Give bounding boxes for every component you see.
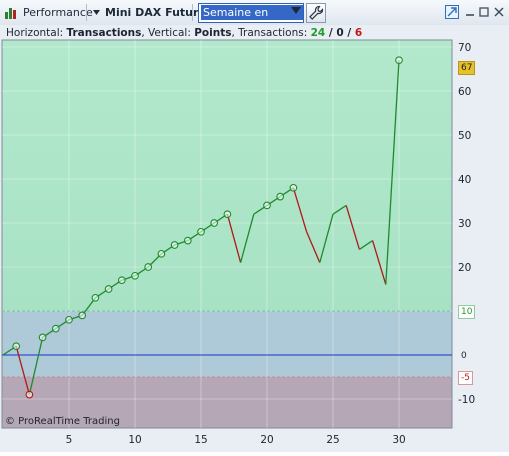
- instrument-menu[interactable]: Mini DAX Future: [92, 0, 206, 25]
- horizontal-axis-value: Transactions: [66, 27, 142, 39]
- count-separator: /: [325, 27, 337, 39]
- neutral-count: 0: [336, 27, 344, 39]
- count-separator: /: [343, 27, 355, 39]
- performance-chart: 5 10 15 20 25 30 -10203040506070: [0, 25, 509, 452]
- data-point: [157, 249, 166, 258]
- data-point: [131, 271, 139, 280]
- data-point: [395, 56, 403, 65]
- vertical-axis-value: Points: [194, 27, 232, 39]
- chart-header: Horizontal: Transactions, Vertical: Poin…: [6, 27, 362, 39]
- data-point: [144, 263, 153, 271]
- x-tick-label: 25: [326, 434, 339, 446]
- data-point: [25, 390, 34, 399]
- y-tick-label: 70: [458, 42, 471, 54]
- bar-chart-icon: [5, 8, 16, 19]
- x-tick-label: 30: [392, 434, 405, 446]
- chevron-down-icon: [291, 7, 301, 14]
- y-tick-label: 40: [458, 174, 471, 186]
- zero-level-tag: 0: [461, 351, 467, 361]
- period-select-value: Semaine en cours: [201, 5, 303, 34]
- data-point: [117, 276, 126, 285]
- y-tick-label: 60: [458, 86, 471, 98]
- data-point: [276, 192, 285, 201]
- horizontal-prefix: Horizontal:: [6, 27, 67, 39]
- toolbar: Performance Mini DAX Future Semaine en c…: [0, 0, 509, 34]
- data-point: [170, 241, 179, 249]
- y-tick-label: -10: [458, 394, 475, 406]
- maximize-icon[interactable]: [477, 5, 491, 19]
- settings-button[interactable]: [306, 3, 326, 23]
- transactions-prefix: , Transactions:: [231, 27, 311, 39]
- vertical-prefix: , Vertical:: [141, 27, 195, 39]
- wrench-icon: [309, 5, 324, 20]
- y-tick-label: 50: [458, 130, 471, 142]
- toolbar-divider: [192, 4, 193, 21]
- performance-label: Performance: [23, 6, 93, 19]
- chart-area: 5 10 15 20 25 30 -10 20 30 40 50 60 70: [0, 25, 509, 452]
- upper-level-tag: 10: [458, 305, 476, 319]
- win-count: 24: [310, 27, 326, 39]
- close-icon[interactable]: [492, 5, 506, 19]
- data-point: [289, 183, 298, 192]
- x-tick-label: 20: [260, 434, 273, 446]
- data-point: [65, 315, 73, 324]
- instrument-label: Mini DAX Future: [105, 6, 206, 19]
- data-point: [197, 227, 205, 236]
- data-point: [223, 210, 232, 219]
- toolbar-divider: [86, 4, 87, 21]
- data-point: [51, 324, 60, 333]
- x-tick-label: 5: [66, 434, 73, 446]
- app-window: Performance Mini DAX Future Semaine en c…: [0, 0, 509, 452]
- watermark: © ProRealTime Trading: [5, 416, 120, 427]
- data-point: [12, 342, 21, 351]
- x-tick-label: 15: [194, 434, 207, 446]
- y-tick-label: 20: [458, 262, 471, 274]
- loss-count: 6: [354, 27, 363, 39]
- x-tick-label: 10: [128, 434, 141, 446]
- performance-menu[interactable]: Performance: [4, 0, 93, 25]
- lower-level-tag: -5: [458, 371, 473, 385]
- y-tick-label: 30: [458, 218, 471, 230]
- data-point: [104, 285, 113, 293]
- period-select[interactable]: Semaine en cours: [198, 3, 304, 34]
- popout-icon[interactable]: [444, 4, 460, 20]
- minimize-icon[interactable]: [463, 5, 477, 19]
- data-point: [210, 219, 219, 227]
- chevron-down-icon: [93, 10, 100, 15]
- last-value-tag: 67: [458, 60, 476, 75]
- data-point: [263, 201, 271, 210]
- data-point: [183, 236, 192, 245]
- data-point: [91, 293, 100, 302]
- data-point: [38, 333, 47, 342]
- data-point: [78, 311, 87, 320]
